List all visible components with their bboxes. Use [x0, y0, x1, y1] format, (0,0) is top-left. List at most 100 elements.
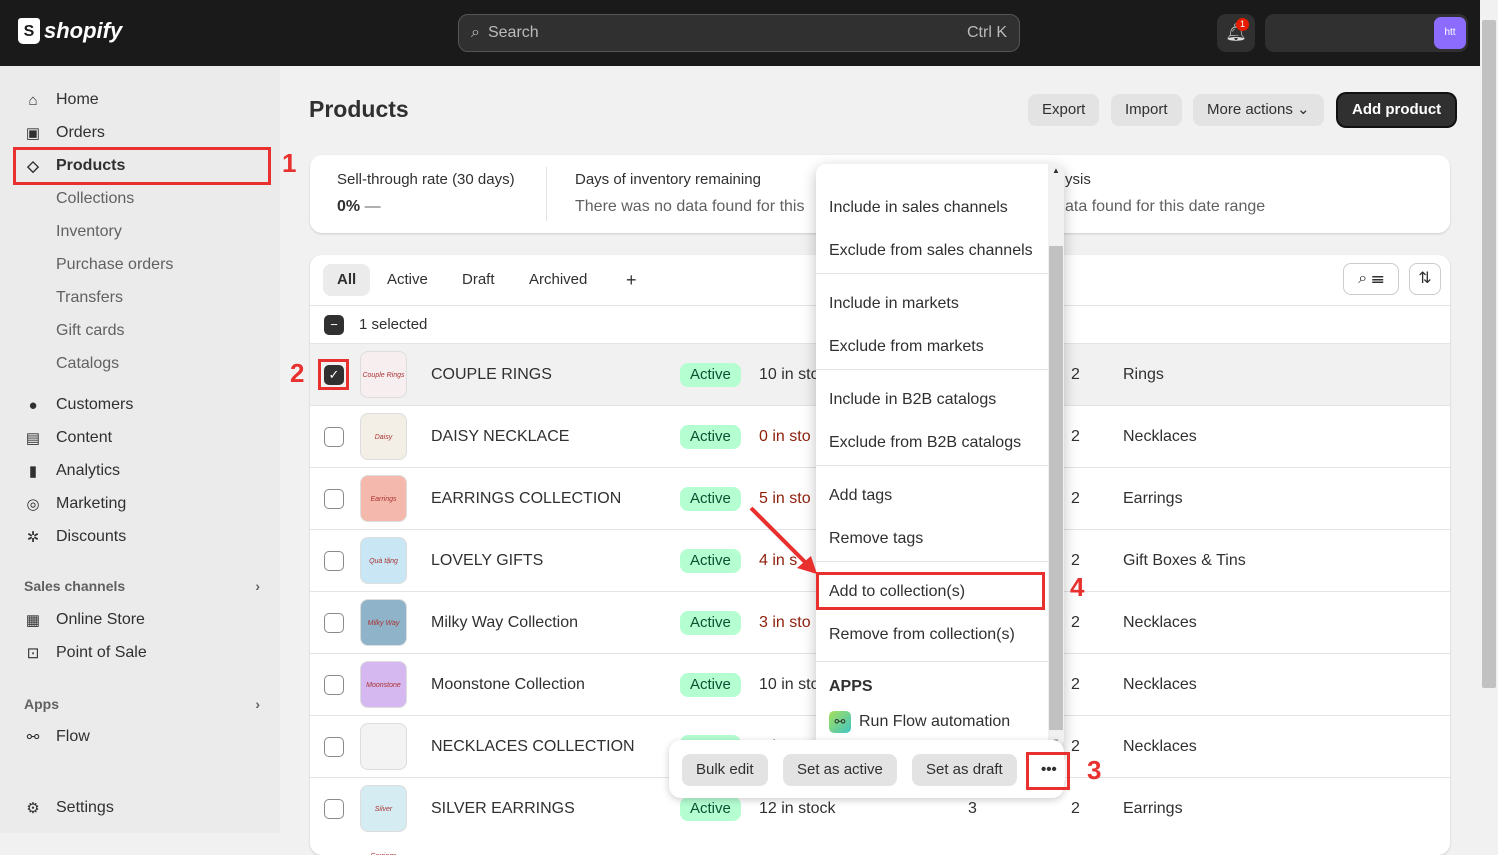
menu-item-run-flow-automation[interactable]: ⚯ Run Flow automation — [829, 711, 1010, 733]
product-thumbnail[interactable] — [360, 723, 407, 770]
sidebar-item-settings[interactable]: ⚙ Settings — [24, 793, 114, 823]
selected-count: 1 selected — [359, 316, 428, 333]
product-thumbnail[interactable]: Quà tặng — [360, 537, 407, 584]
import-button[interactable]: Import — [1111, 94, 1182, 126]
product-name[interactable]: DAISY NECKLACE — [431, 428, 569, 446]
export-button[interactable]: Export — [1028, 94, 1100, 126]
menu-item-exclude-from-b2b-catalogs[interactable]: Exclude from B2B catalogs — [829, 434, 1021, 452]
menu-scrollbar[interactable]: ▲▼ — [1048, 164, 1064, 748]
add-product-button[interactable]: Add product — [1338, 94, 1456, 126]
search-icon: ⌕ — [1358, 270, 1368, 287]
product-name[interactable]: LOVELY GIFTS — [431, 552, 543, 570]
notifications-button[interactable]: 🔔︎ 1 — [1217, 14, 1255, 52]
set-as-draft-button[interactable]: Set as draft — [912, 754, 1017, 786]
shopping-bag-icon: S — [18, 18, 40, 44]
page-scrollbar[interactable] — [1480, 0, 1498, 833]
stat-sell-through[interactable]: Sell-through rate (30 days) 0% — — [337, 171, 515, 216]
product-name[interactable]: COUPLE RINGS — [431, 366, 552, 384]
annotation-number: 4 — [1070, 572, 1085, 602]
sidebar-item-orders[interactable]: ▣ Orders — [24, 118, 105, 148]
filter-icon: ☰ — [1371, 270, 1384, 287]
product-name[interactable]: Moonstone Collection — [431, 676, 585, 694]
product-thumbnail[interactable]: Milky Way — [360, 599, 407, 646]
product-category: Earrings — [1123, 800, 1183, 817]
row-checkbox[interactable] — [324, 737, 344, 757]
tab-draft[interactable]: Draft — [448, 264, 509, 296]
more-actions-button[interactable]: More actions ⌄ — [1193, 94, 1324, 126]
sidebar-item-flow[interactable]: ⚯ Flow — [24, 722, 90, 752]
apps-header[interactable]: Apps › — [24, 696, 260, 712]
sidebar-item-gift-cards[interactable]: Gift cards — [56, 316, 124, 346]
menu-item-exclude-from-markets[interactable]: Exclude from markets — [829, 338, 984, 356]
annotation-number: 3 — [1087, 755, 1102, 785]
set-as-active-button[interactable]: Set as active — [783, 754, 897, 786]
annotation-arrow — [749, 506, 817, 574]
product-name[interactable]: SILVER EARRINGS — [431, 800, 575, 818]
flow-app-icon: ⚯ — [829, 711, 851, 733]
menu-item-add-tags[interactable]: Add tags — [829, 487, 892, 505]
top-bar: Sshopify ⌕ Search Ctrl K 🔔︎ 1 htt — [0, 0, 1480, 66]
sidebar-item-analytics[interactable]: ▮ Analytics — [24, 456, 120, 486]
row-checkbox[interactable] — [324, 613, 344, 633]
sort-button[interactable]: ⇅ — [1409, 263, 1441, 295]
row-checkbox[interactable] — [324, 675, 344, 695]
annotation-number: 1 — [282, 148, 297, 178]
product-name[interactable]: EARRINGS COLLECTION — [431, 490, 621, 508]
menu-item-remove-from-collection-s[interactable]: Remove from collection(s) — [829, 626, 1015, 644]
variants-count: 2 — [1071, 738, 1080, 755]
search-input[interactable]: ⌕ Search Ctrl K — [458, 14, 1020, 52]
product-thumbnail[interactable]: Couple Rings — [360, 351, 407, 398]
product-category: Necklaces — [1123, 614, 1197, 631]
product-name[interactable]: NECKLACES COLLECTION — [431, 738, 635, 756]
product-thumbnail[interactable]: Moonstone — [360, 661, 407, 708]
stat-days-inventory[interactable]: Days of inventory remaining There was no … — [575, 171, 804, 216]
sidebar-item-online-store[interactable]: ▦ Online Store — [24, 605, 145, 635]
row-checkbox[interactable] — [324, 799, 344, 819]
tab-all[interactable]: All — [323, 264, 371, 296]
variants-count: 2 — [1071, 676, 1080, 693]
select-all-checkbox[interactable]: − — [324, 314, 344, 335]
sidebar-item-catalogs[interactable]: Catalogs — [56, 349, 119, 379]
bulk-action-bar: Bulk edit Set as active Set as draft ••• — [669, 740, 1065, 798]
status-badge: Active — [680, 363, 741, 387]
sidebar-item-marketing[interactable]: ◎ Marketing — [24, 489, 126, 519]
sidebar-item-collections[interactable]: Collections — [56, 184, 134, 214]
sidebar-item-discounts[interactable]: ✲ Discounts — [24, 522, 127, 552]
status-badge: Active — [680, 673, 741, 697]
bulk-edit-button[interactable]: Bulk edit — [682, 754, 768, 786]
sidebar-item-content[interactable]: ▤ Content — [24, 423, 112, 453]
menu-item-include-in-markets[interactable]: Include in markets — [829, 295, 959, 313]
home-icon: ⌂ — [28, 91, 38, 109]
menu-item-include-in-sales-channels[interactable]: Include in sales channels — [829, 199, 1008, 217]
sales-channels-header[interactable]: Sales channels › — [24, 578, 260, 594]
sidebar-item-transfers[interactable]: Transfers — [56, 283, 123, 313]
menu-item-remove-tags[interactable]: Remove tags — [829, 530, 923, 548]
gear-icon: ⚙ — [26, 800, 40, 817]
status-badge: Active — [680, 425, 741, 449]
menu-item-include-in-b2b-catalogs[interactable]: Include in B2B catalogs — [829, 391, 996, 409]
sidebar-item-inventory[interactable]: Inventory — [56, 217, 122, 247]
product-thumbnail[interactable]: Earrings — [360, 475, 407, 522]
row-checkbox[interactable] — [324, 489, 344, 509]
tab-archived[interactable]: Archived — [515, 264, 601, 296]
sidebar-item-customers[interactable]: ● Customers — [24, 390, 133, 420]
sidebar-item-purchase-orders[interactable]: Purchase orders — [56, 250, 173, 280]
stat-abc-analysis[interactable]: ysis ata found for this date range — [1065, 171, 1265, 216]
flow-icon: ⚯ — [26, 729, 40, 746]
search-filter-button[interactable]: ⌕ ☰ — [1343, 263, 1399, 295]
menu-item-exclude-from-sales-channels[interactable]: Exclude from sales channels — [829, 242, 1033, 260]
product-thumbnail[interactable]: Silver Earrings — [360, 785, 407, 855]
product-thumbnail[interactable]: Daisy — [360, 413, 407, 460]
tab-active[interactable]: Active — [373, 264, 442, 296]
annotation-box-add-collection — [816, 572, 1045, 610]
inventory-count: 10 in sto — [759, 366, 820, 383]
product-name[interactable]: Milky Way Collection — [431, 614, 578, 632]
add-view-button[interactable]: + — [612, 264, 651, 296]
account-menu[interactable]: htt — [1265, 14, 1468, 52]
sidebar-item-home[interactable]: ⌂ Home — [24, 85, 98, 115]
shopify-logo[interactable]: Sshopify — [18, 18, 122, 44]
row-checkbox[interactable] — [324, 551, 344, 571]
sidebar-item-point-of-sale[interactable]: ⊡ Point of Sale — [24, 638, 147, 668]
row-checkbox[interactable] — [324, 427, 344, 447]
variants-count: 2 — [1071, 614, 1080, 631]
